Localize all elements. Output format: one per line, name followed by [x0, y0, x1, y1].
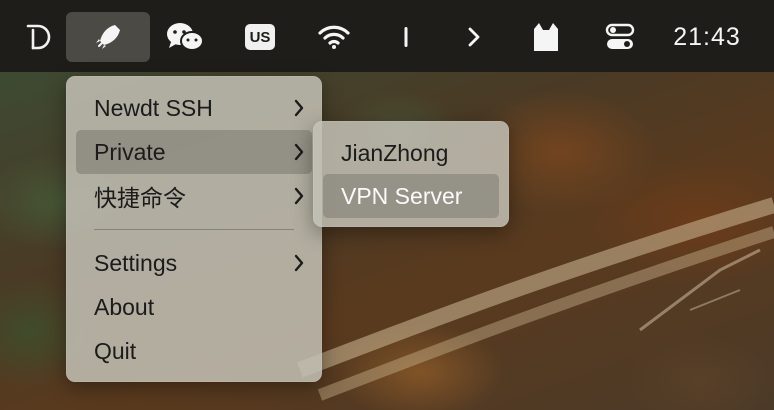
menu-separator — [94, 229, 294, 230]
submenu-chevron-icon — [286, 254, 312, 272]
submenu-item-label: VPN Server — [341, 182, 463, 209]
private-submenu: JianZhong VPN Server — [313, 121, 509, 227]
control-center-icon[interactable] — [600, 12, 640, 62]
submenu-chevron-icon — [286, 99, 312, 117]
menu-item-about[interactable]: About — [76, 285, 312, 329]
menu-item-label: Quit — [94, 337, 137, 364]
menu-item-label: Newdt SSH — [94, 94, 213, 121]
submenu-item-jianzhong[interactable]: JianZhong — [323, 131, 499, 175]
input-source-menu[interactable]: US — [240, 12, 280, 62]
menu-bar: US 21:43 — [0, 0, 774, 72]
wechat-icon[interactable] — [160, 12, 210, 62]
clock[interactable]: 21:43 — [662, 12, 752, 62]
submenu-item-vpn-server[interactable]: VPN Server — [323, 174, 499, 218]
submenu-chevron-icon — [286, 143, 312, 161]
divider-icon[interactable] — [394, 12, 418, 62]
submenu-item-label: JianZhong — [341, 139, 449, 166]
submenu-chevron-icon — [286, 187, 312, 205]
menu-item-newdt-ssh[interactable]: Newdt SSH — [76, 86, 312, 130]
cat-icon[interactable] — [526, 12, 566, 62]
menu-item-label: Private — [94, 138, 166, 165]
menu-item-label: Settings — [94, 249, 178, 276]
menu-item-quit[interactable]: Quit — [76, 329, 312, 373]
d-app-icon[interactable] — [18, 12, 58, 62]
chevron-right-icon[interactable] — [460, 12, 488, 62]
menu-item-label: 快捷命令 — [94, 186, 186, 212]
menu-item-label: About — [94, 293, 155, 320]
rocket-app-icon[interactable] — [66, 12, 150, 62]
menu-item-private[interactable]: Private — [76, 130, 312, 174]
app-dropdown-menu: Newdt SSH Private 快捷命令 Settings About Qu… — [66, 76, 322, 382]
menu-item-shortcut-commands[interactable]: 快捷命令 — [76, 174, 312, 218]
menu-item-settings[interactable]: Settings — [76, 241, 312, 285]
input-source-label: US — [245, 24, 275, 50]
wifi-icon[interactable] — [314, 12, 354, 62]
